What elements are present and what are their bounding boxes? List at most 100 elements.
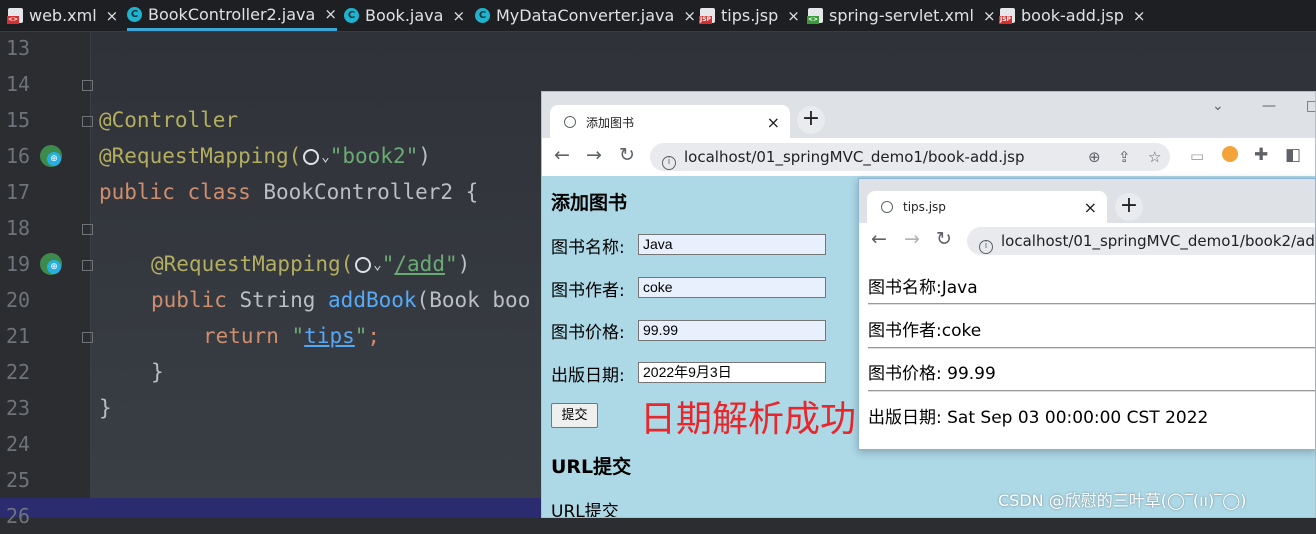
field-label-author: 图书作者: [551, 281, 625, 301]
puzzle-icon[interactable]: ✚ [1254, 145, 1268, 165]
book-name-input[interactable]: Java [638, 234, 826, 255]
forward-button[interactable]: → [586, 144, 602, 166]
address-bar[interactable]: i localhost/01_springMVC_demo1/book2/add [967, 227, 1316, 255]
tab-web-xml[interactable]: <> web.xml × [7, 0, 119, 31]
fold-marker-icon[interactable] [82, 224, 93, 235]
tab-label: Book.java [365, 6, 444, 25]
xml-file-icon: <> [7, 8, 23, 24]
fold-marker-icon[interactable] [82, 116, 93, 127]
tab-mydataconverter[interactable]: C MyDataConverter.java × [475, 0, 696, 31]
watermark: CSDN @欣慰的三叶草(◯‾(ıı)‾◯) [998, 491, 1247, 510]
request-mapping-gutter-icon[interactable]: ⊕ [40, 253, 62, 275]
keyword: return [203, 324, 292, 348]
close-icon[interactable]: × [683, 7, 696, 25]
code-line-21: } [0, 318, 164, 384]
minimize-icon[interactable]: — [1262, 98, 1276, 114]
code-text: @RequestMapping(⌄"/add") [151, 246, 470, 283]
divider [868, 347, 1315, 349]
url-section-label: URL提交 [551, 502, 619, 518]
divider [868, 390, 1315, 392]
chevron-down-icon[interactable]: ⌄ [373, 257, 381, 273]
close-icon[interactable]: × [787, 7, 800, 25]
tab-label: web.xml [29, 6, 97, 25]
bookmark-star-icon[interactable]: ☆ [1148, 143, 1161, 171]
code-text: } [99, 396, 112, 420]
code-text: (Book boo [416, 288, 531, 312]
info-icon[interactable]: i [662, 156, 676, 170]
code-text: ; [367, 324, 381, 348]
result-row-name: 图书名称:Java [868, 273, 978, 298]
code-text: return "tips"; [203, 318, 380, 354]
back-button[interactable]: ← [554, 144, 570, 166]
fold-marker-icon[interactable] [82, 80, 93, 91]
browser-tab-book-add[interactable]: 添加图书 × [550, 105, 790, 139]
globe-icon [564, 116, 576, 128]
tab-tips-jsp[interactable]: JSP tips.jsp × [699, 0, 800, 31]
jsp-file-icon: JSP [699, 8, 715, 24]
forward-button[interactable]: → [904, 228, 920, 250]
new-tab-button[interactable]: + [797, 106, 825, 134]
new-tab-button[interactable]: + [1115, 193, 1143, 221]
tab-label: tips.jsp [721, 6, 779, 25]
close-icon[interactable]: × [767, 113, 780, 132]
share-icon[interactable]: ⇪ [1118, 143, 1131, 171]
code-line-22: } [0, 354, 112, 420]
submit-button[interactable]: 提交 [551, 403, 598, 428]
close-icon[interactable]: × [983, 7, 996, 25]
chevron-down-icon[interactable]: ⌄ [1212, 98, 1224, 114]
close-icon[interactable]: × [1133, 7, 1146, 25]
string-quote: " [444, 252, 458, 276]
browser-tab-title: 添加图书 [586, 115, 635, 130]
url-text: localhost/01_springMVC_demo1/book2/add [1001, 232, 1316, 250]
result-label: 出版日期: [868, 408, 942, 428]
string-literal: "book2" [329, 144, 419, 168]
reload-button[interactable]: ↻ [619, 144, 635, 166]
close-icon[interactable]: × [324, 5, 337, 23]
close-icon[interactable]: × [1084, 198, 1097, 217]
code-line-19: public String addBook(Book boo [0, 246, 530, 312]
string-literal[interactable]: /add [394, 252, 445, 276]
code-line-18: @RequestMapping(⌄"/add") [0, 210, 470, 276]
spring-bean-gutter-icon[interactable]: ⊕ [40, 145, 62, 167]
address-bar[interactable]: i localhost/01_springMVC_demo1/book-add.j… [650, 143, 1170, 171]
maximize-icon[interactable]: □ [1306, 98, 1315, 114]
fold-marker-icon[interactable] [82, 260, 93, 271]
result-row-date: 出版日期: Sat Sep 03 00:00:00 CST 2022 [868, 403, 1208, 428]
tab-bookcontroller2[interactable]: C BookController2.java × [127, 0, 337, 31]
globe-icon[interactable] [303, 149, 320, 165]
browser-tab-strip: 添加图书 × + ⌄ — □ [542, 92, 1315, 139]
book-price-input[interactable]: 99.99 [638, 320, 826, 341]
fold-marker-icon[interactable] [82, 332, 93, 343]
line-number: 25 [6, 468, 31, 492]
publish-date-input[interactable]: 2022年9月3日 [638, 362, 826, 383]
browser-tab-tips[interactable]: tips.jsp × [867, 191, 1107, 223]
browser-window-tips: tips.jsp × + ← → ↻ i localhost/01_springM… [858, 178, 1316, 450]
tab-book-add-jsp[interactable]: JSP book-add.jsp × [999, 0, 1146, 31]
tab-book-java[interactable]: C Book.java × [344, 0, 465, 31]
close-icon[interactable]: × [452, 7, 465, 25]
extension-icon[interactable]: ▭ [1190, 147, 1204, 165]
field-label-date: 出版日期: [551, 366, 625, 386]
code-line-16: public class BookController2 { [0, 138, 478, 204]
result-value: Sat Sep 03 00:00:00 CST 2022 [941, 408, 1209, 428]
close-icon[interactable]: × [106, 7, 119, 25]
reload-button[interactable]: ↻ [936, 228, 952, 250]
book-author-input[interactable]: coke [638, 277, 826, 298]
annotation-text: @Controller [99, 108, 239, 132]
jsp-file-icon: JSP [999, 8, 1015, 24]
zoom-icon[interactable]: ⊕ [1088, 143, 1101, 171]
string-literal[interactable]: tips [304, 324, 355, 348]
java-class-icon: C [344, 8, 359, 23]
chevron-down-icon[interactable]: ⌄ [321, 149, 329, 165]
side-panel-icon[interactable]: ◧ [1285, 145, 1301, 165]
tab-spring-servlet[interactable]: <> spring-servlet.xml × [807, 0, 996, 31]
back-button[interactable]: ← [871, 228, 887, 250]
string-quote: " [291, 324, 305, 348]
globe-icon[interactable] [355, 257, 372, 273]
string-quote: " [381, 252, 395, 276]
tab-label: MyDataConverter.java [496, 6, 675, 25]
extension-avatar-icon[interactable] [1222, 146, 1238, 162]
info-icon[interactable]: i [979, 240, 993, 254]
code-line-20: return "tips"; [0, 282, 380, 348]
keyword: public class [99, 180, 264, 204]
